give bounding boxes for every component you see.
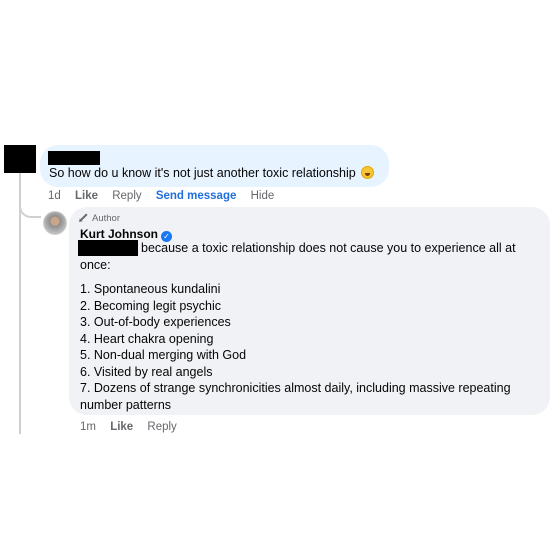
author-badge: Author <box>80 213 120 224</box>
list-item: 1. Spontaneous kundalini <box>80 282 221 296</box>
reply-list: 1. Spontaneous kundalini 2. Becoming leg… <box>80 281 540 413</box>
comment-like-button[interactable]: Like <box>75 190 98 202</box>
comment-actions: 1d Like Reply Send message Hide <box>48 190 285 202</box>
send-message-button[interactable]: Send message <box>156 190 237 202</box>
reply-intro: because a toxic relationship does not ca… <box>80 241 516 272</box>
list-item: 6. Visited by real angels <box>80 364 213 379</box>
reply-actions: 1m Like Reply <box>80 421 188 433</box>
reply-bubble: Author Kurt Johnson ✓ because a toxic rel… <box>69 207 550 415</box>
comment-text-content: So how do u know it's not just another t… <box>49 166 356 180</box>
author-badge-label: Author <box>92 213 120 224</box>
pencil-icon <box>80 213 88 221</box>
comment-timestamp[interactable]: 1d <box>48 190 61 202</box>
reply-timestamp[interactable]: 1m <box>80 421 96 433</box>
author-avatar[interactable] <box>43 211 67 235</box>
list-item: 4. Heart chakra opening <box>80 331 214 346</box>
commenter-avatar-redacted[interactable] <box>4 145 36 173</box>
list-item: 2. Becoming legit psychic <box>80 298 222 313</box>
list-item: 3. Out-of-body experiences <box>80 315 231 329</box>
reply-like-button[interactable]: Like <box>110 421 133 433</box>
list-item: 5. Non-dual merging with God <box>80 348 247 362</box>
comment-text: So how do u know it's not just another t… <box>49 166 375 180</box>
laughing-emoji-icon <box>361 166 375 179</box>
commenter-name-redacted[interactable] <box>48 151 100 165</box>
comment-reply-button[interactable]: Reply <box>112 190 141 202</box>
reply-connector <box>19 194 41 218</box>
author-name-text[interactable]: Kurt Johnson <box>80 227 158 241</box>
reply-reply-button[interactable]: Reply <box>147 421 176 433</box>
mentioned-name-redacted[interactable] <box>78 240 138 256</box>
hide-button[interactable]: Hide <box>251 190 275 202</box>
list-item: 7. Dozens of strange synchronicities alm… <box>80 381 511 412</box>
comment-bubble: So how do u know it's not just another t… <box>40 145 389 187</box>
